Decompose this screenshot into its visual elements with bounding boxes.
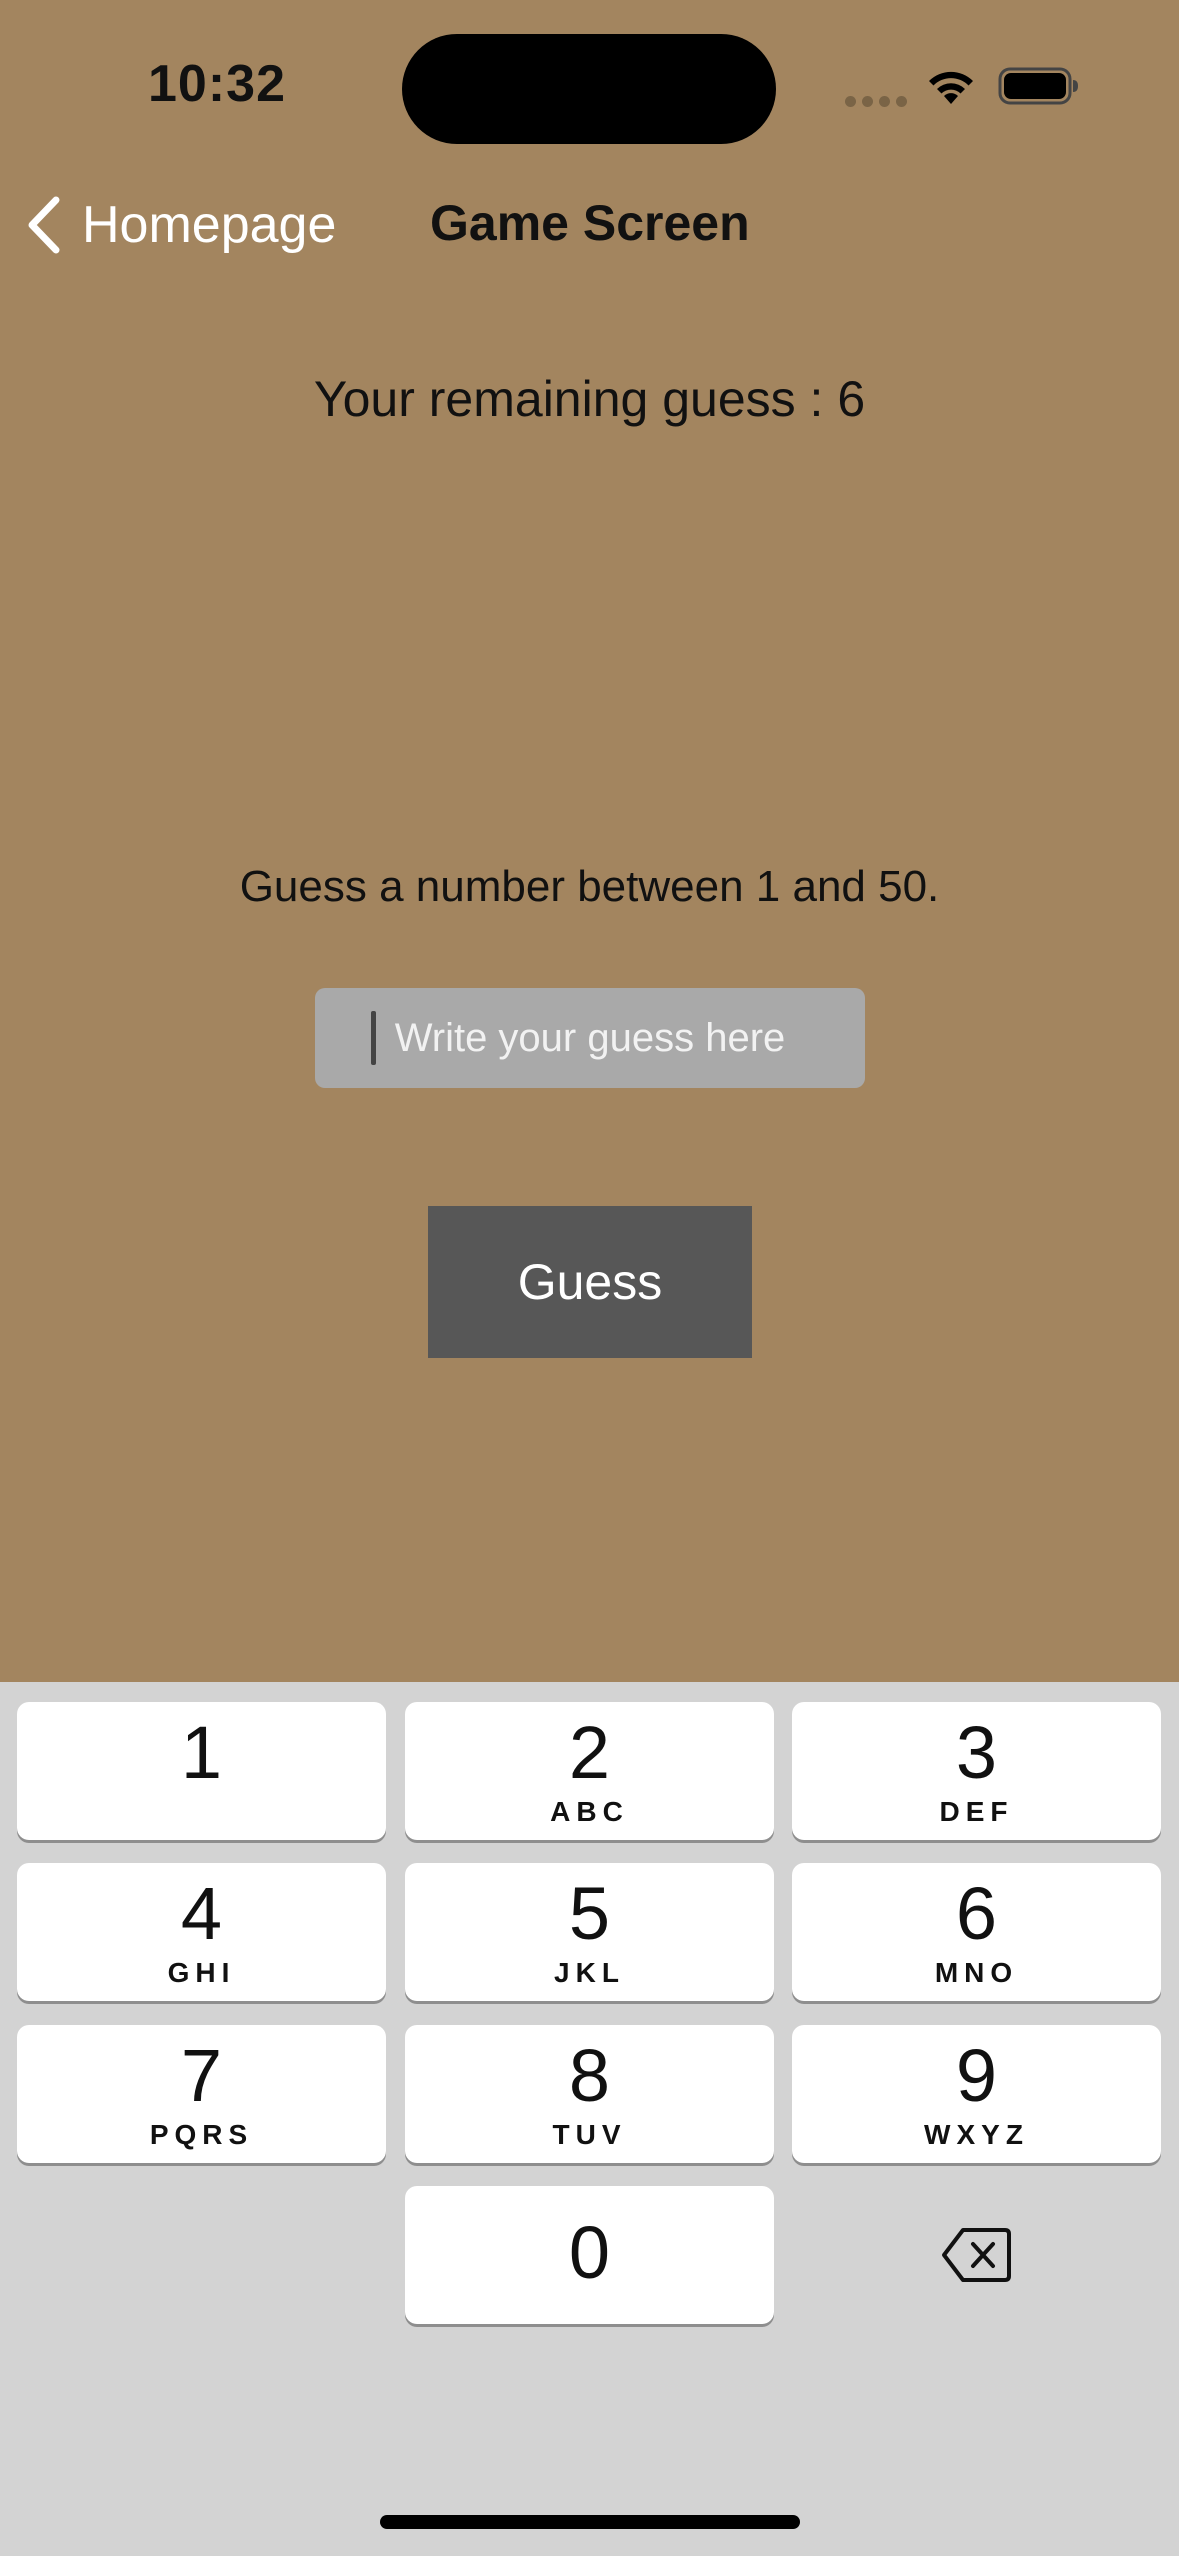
- wifi-icon: [929, 71, 973, 104]
- page-title: Game Screen: [430, 195, 750, 251]
- text-cursor: [371, 1011, 376, 1065]
- key-7[interactable]: 7 PQRS: [17, 2025, 386, 2163]
- guess-input[interactable]: [315, 988, 865, 1088]
- key-0[interactable]: 0: [405, 2186, 774, 2324]
- key-9[interactable]: 9 WXYZ: [792, 2025, 1161, 2163]
- key-digit: 3: [955, 1711, 998, 1794]
- key-letters: TUV: [552, 2119, 627, 2150]
- key-digit: 9: [955, 2034, 998, 2117]
- status-time: 10:32: [148, 55, 286, 113]
- key-letters: MNO: [934, 1957, 1019, 1988]
- backspace-icon: [941, 2228, 1011, 2282]
- guess-button[interactable]: Guess: [428, 1206, 752, 1358]
- key-digit: 2: [568, 1711, 611, 1794]
- key-digit: 1: [180, 1711, 223, 1794]
- delete-key[interactable]: [792, 2186, 1161, 2324]
- numeric-keyboard: 1 2 ABC 3 DEF 4 GHI 5 JKL 6 MNO 7 PQRS 8…: [0, 1682, 1179, 2556]
- key-digit: 0: [568, 2211, 611, 2294]
- key-8[interactable]: 8 TUV: [405, 2025, 774, 2163]
- dynamic-island: [402, 34, 776, 144]
- key-3[interactable]: 3 DEF: [792, 1702, 1161, 1840]
- home-indicator[interactable]: [380, 2515, 800, 2529]
- key-digit: 8: [568, 2034, 611, 2117]
- key-letters: PQRS: [149, 2119, 254, 2150]
- game-screen: 10:32 Homepage Game Screen Your remainin…: [0, 0, 1179, 1682]
- signal-dots-icon: [845, 96, 907, 107]
- key-letters: JKL: [554, 1957, 625, 1988]
- key-4[interactable]: 4 GHI: [17, 1863, 386, 2001]
- key-digit: 7: [180, 2034, 223, 2117]
- key-letters: WXYZ: [924, 2119, 1029, 2150]
- key-letters: GHI: [167, 1957, 236, 1988]
- back-button-label: Homepage: [82, 196, 337, 254]
- chevron-left-icon: [28, 196, 60, 254]
- back-button[interactable]: Homepage: [24, 190, 336, 260]
- key-digit: 5: [568, 1872, 611, 1955]
- key-6[interactable]: 6 MNO: [792, 1863, 1161, 2001]
- key-digit: 4: [180, 1872, 223, 1955]
- key-2[interactable]: 2 ABC: [405, 1702, 774, 1840]
- key-1[interactable]: 1: [17, 1702, 386, 1840]
- key-digit: 6: [955, 1872, 998, 1955]
- battery-icon: [998, 67, 1078, 105]
- remaining-guess-label: Your remaining guess : 6: [313, 371, 866, 427]
- guess-prompt: Guess a number between 1 and 50.: [239, 862, 940, 911]
- key-letters: DEF: [939, 1796, 1014, 1827]
- key-letters: ABC: [550, 1796, 629, 1827]
- key-5[interactable]: 5 JKL: [405, 1863, 774, 2001]
- status-icons: [845, 62, 1085, 112]
